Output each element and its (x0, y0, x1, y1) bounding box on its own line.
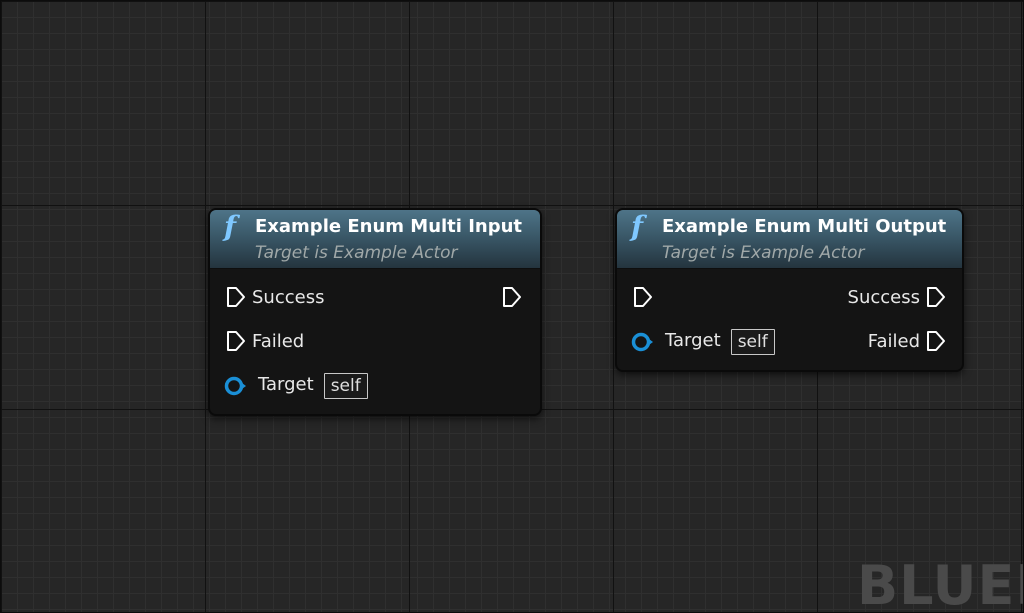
exec-pin-icon[interactable] (226, 330, 246, 352)
pin-row-exec-in (633, 283, 653, 311)
node-title: Example Enum Multi Input (255, 216, 523, 237)
pin-row-target: Target self (631, 328, 775, 356)
target-default-value[interactable]: self (730, 329, 775, 355)
object-pin-icon[interactable] (224, 375, 248, 397)
blueprint-graph-canvas[interactable]: f Example Enum Multi Input Target is Exa… (0, 0, 1024, 613)
pin-row-failed-out: Failed (868, 327, 946, 355)
pin-label-failed: Failed (867, 330, 920, 352)
node-example-enum-multi-input[interactable]: f Example Enum Multi Input Target is Exa… (208, 208, 542, 416)
node-header[interactable]: f Example Enum Multi Output Target is Ex… (617, 210, 962, 269)
pin-label-target: Target (665, 329, 721, 351)
pin-row-success-in: Success (226, 283, 324, 311)
pin-label-target: Target (258, 373, 314, 395)
function-icon: f (631, 210, 644, 243)
target-default-value[interactable]: self (323, 373, 368, 399)
function-icon: f (224, 210, 237, 243)
pin-row-failed-in: Failed (226, 327, 304, 355)
node-title: Example Enum Multi Output (662, 216, 947, 237)
object-pin-icon[interactable] (631, 331, 655, 353)
exec-pin-icon[interactable] (926, 330, 946, 352)
node-subtitle: Target is Example Actor (255, 243, 458, 263)
pin-label-failed: Failed (252, 330, 305, 352)
pin-label-success: Success (847, 286, 920, 308)
exec-pin-icon[interactable] (633, 286, 653, 308)
pin-row-exec-out (502, 283, 522, 311)
pin-row-target: Target self (224, 372, 368, 400)
exec-pin-icon[interactable] (926, 286, 946, 308)
pin-label-success: Success (252, 286, 325, 308)
blueprint-watermark: BLUEPR (857, 554, 1023, 613)
pin-row-success-out: Success (848, 283, 946, 311)
exec-pin-icon[interactable] (226, 286, 246, 308)
node-subtitle: Target is Example Actor (662, 243, 865, 263)
exec-pin-icon[interactable] (502, 286, 522, 308)
node-header[interactable]: f Example Enum Multi Input Target is Exa… (210, 210, 540, 269)
node-example-enum-multi-output[interactable]: f Example Enum Multi Output Target is Ex… (615, 208, 964, 372)
